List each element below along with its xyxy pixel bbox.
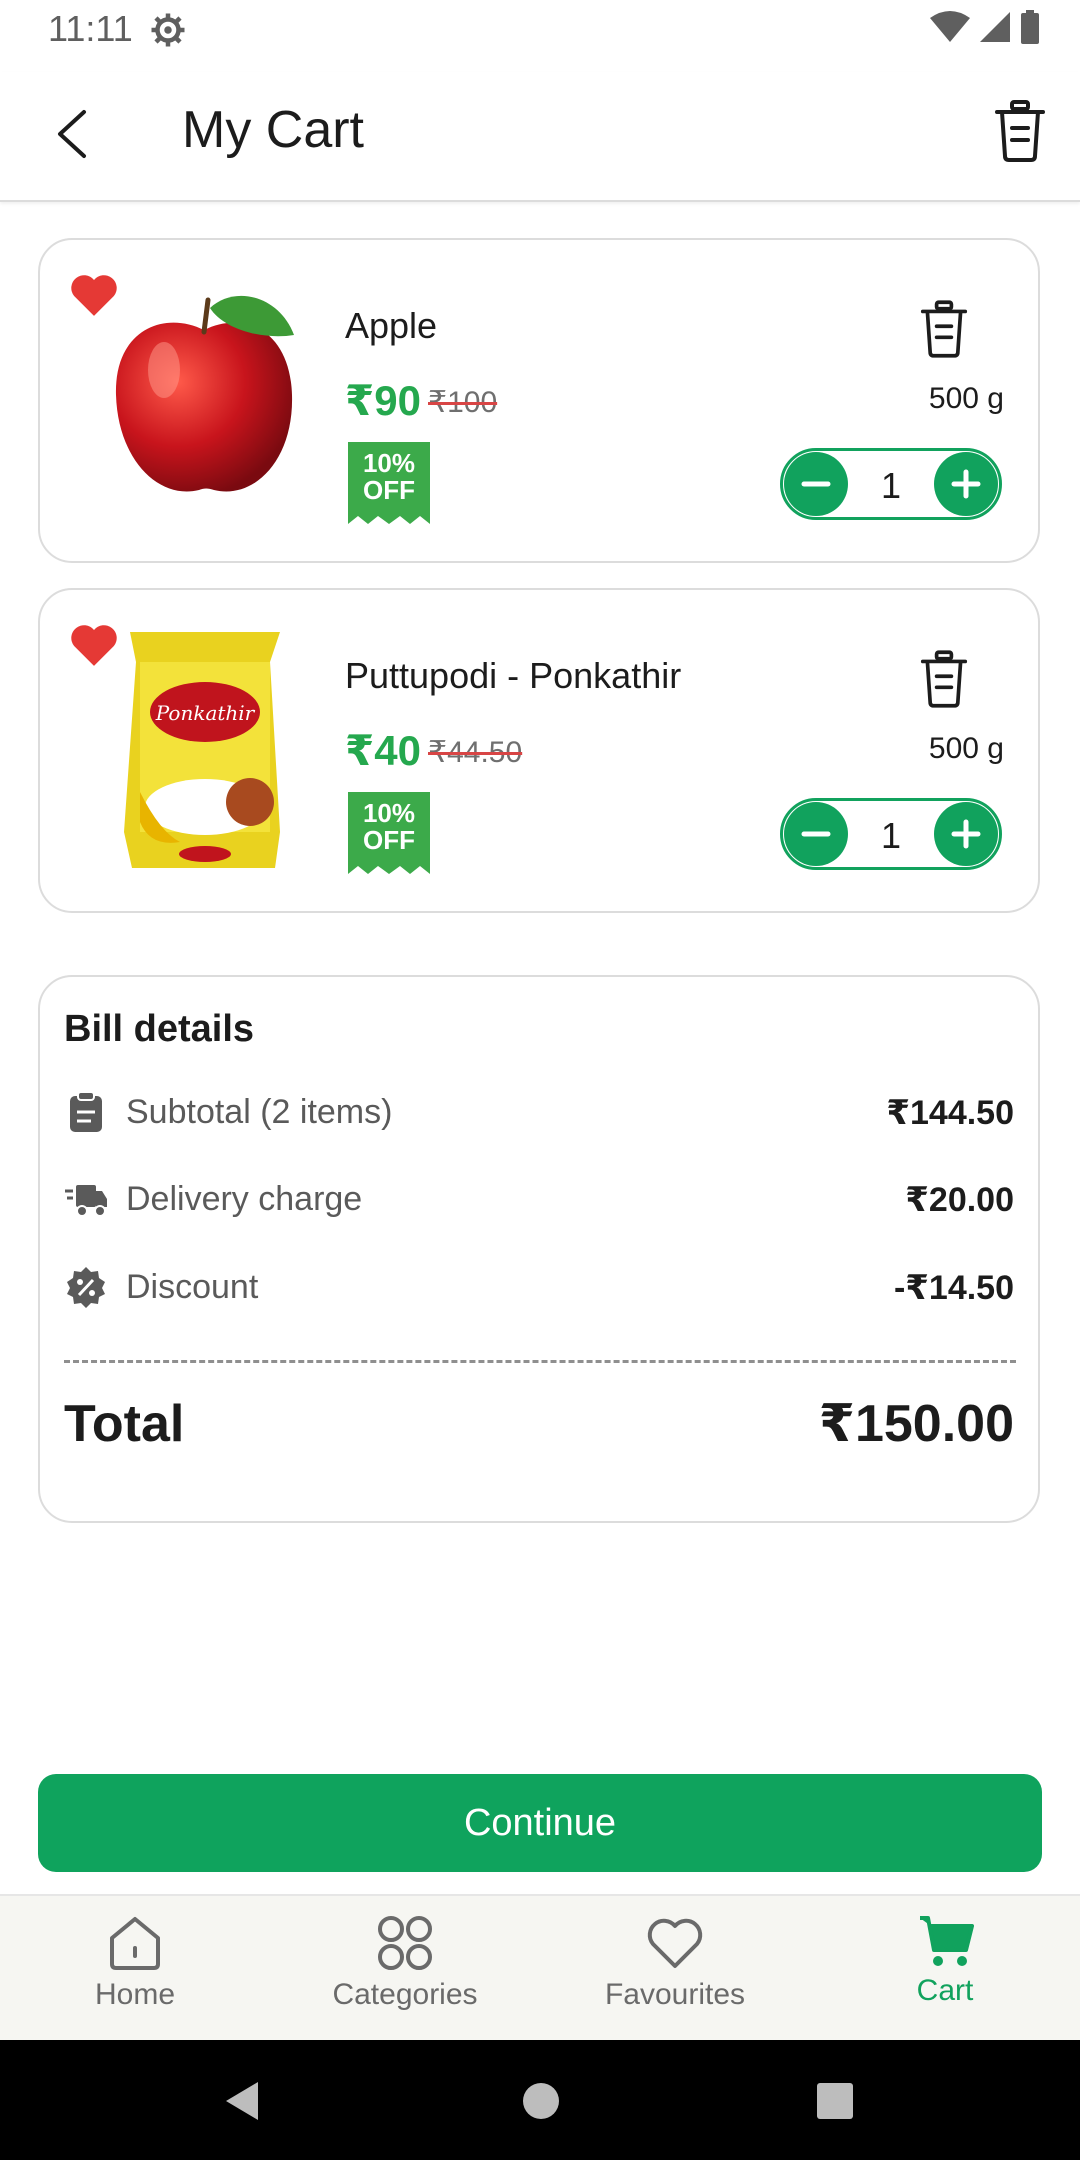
battery-icon — [1021, 10, 1039, 44]
wifi-icon — [930, 11, 970, 42]
discount-off: OFF — [363, 825, 415, 855]
discount-value: -₹14.50 — [893, 1269, 1014, 1307]
total-value: ₹150.00 — [818, 1395, 1014, 1453]
product-name: Apple — [345, 305, 438, 346]
clear-cart-trash-icon[interactable] — [994, 100, 1046, 162]
puttupodi-product-image: Ponkathir — [124, 632, 280, 868]
increase-quantity-button[interactable] — [934, 452, 998, 516]
settings-gear-icon — [151, 13, 185, 47]
discount-badge: 10% OFF — [348, 442, 430, 524]
product-name: Puttupodi - Ponkathir — [345, 655, 682, 696]
home-icon — [110, 1917, 160, 1970]
decrease-quantity-button[interactable] — [784, 802, 848, 866]
minus-icon — [801, 481, 831, 487]
nav-favourites[interactable]: Favourites — [575, 1914, 775, 2012]
heart-icon — [647, 1918, 703, 1968]
nav-cart-label: Cart — [916, 1974, 974, 2007]
remove-item-trash-icon[interactable] — [920, 650, 968, 708]
system-navigation-bar — [0, 2040, 1080, 2160]
signal-icon — [980, 12, 1010, 42]
pack-brand-text: Ponkathir — [155, 701, 256, 725]
subtotal-value: ₹144.50 — [886, 1094, 1014, 1132]
discount-percent: 10% — [362, 798, 416, 828]
nav-home[interactable]: Home — [35, 1914, 235, 2012]
system-back-icon[interactable] — [222, 2080, 262, 2122]
grid-icon — [378, 1916, 432, 1970]
quantity-stepper: 1 — [780, 448, 1002, 520]
delivery-charge-value: ₹20.00 — [905, 1181, 1014, 1219]
nav-categories-label: Categories — [332, 1978, 478, 2011]
product-weight: 500 g — [928, 732, 1004, 765]
decrease-quantity-button[interactable] — [784, 452, 848, 516]
nav-cart[interactable]: Cart — [845, 1914, 1045, 2008]
discount-label: Discount — [126, 1268, 259, 1306]
discount-badge: 10% OFF — [348, 792, 430, 874]
product-weight: 500 g — [928, 382, 1004, 415]
product-mrp: ₹100 — [428, 386, 498, 419]
system-status-icons — [930, 10, 1040, 44]
total-label: Total — [64, 1395, 185, 1453]
divider — [64, 1360, 1016, 1363]
favorite-heart-icon[interactable] — [68, 622, 120, 668]
nav-categories[interactable]: Categories — [305, 1914, 505, 2012]
status-time: 11:11 — [48, 8, 133, 49]
quantity-value: 1 — [880, 815, 902, 856]
nav-home-label: Home — [94, 1978, 176, 2011]
discount-percent: 10% — [362, 448, 416, 478]
system-home-icon[interactable] — [522, 2082, 560, 2120]
delivery-charge-label: Delivery charge — [126, 1180, 363, 1218]
delivery-truck-icon — [65, 1185, 107, 1217]
remove-item-trash-icon[interactable] — [920, 300, 968, 358]
product-mrp: ₹44.50 — [428, 736, 523, 769]
quantity-value: 1 — [880, 465, 902, 506]
bill-details-title: Bill details — [64, 1008, 255, 1050]
apple-product-image — [115, 295, 294, 492]
back-arrow-icon[interactable] — [50, 106, 94, 162]
quantity-stepper: 1 — [780, 798, 1002, 870]
increase-quantity-button[interactable] — [934, 802, 998, 866]
plus-icon — [951, 819, 981, 849]
continue-button[interactable]: Continue — [38, 1774, 1042, 1872]
clipboard-icon — [70, 1091, 102, 1132]
subtotal-label: Subtotal (2 items) — [126, 1093, 393, 1131]
minus-icon — [801, 831, 831, 837]
cart-icon — [920, 1916, 974, 1966]
app-bar — [0, 72, 1080, 202]
page-title: My Cart — [182, 101, 364, 159]
discount-tag-icon — [67, 1267, 105, 1308]
product-price: ₹90 — [345, 377, 421, 424]
discount-off: OFF — [363, 475, 415, 505]
plus-icon — [951, 469, 981, 499]
nav-favourites-label: Favourites — [604, 1978, 746, 2011]
system-recents-icon[interactable] — [816, 2082, 854, 2120]
product-price: ₹40 — [345, 727, 421, 774]
